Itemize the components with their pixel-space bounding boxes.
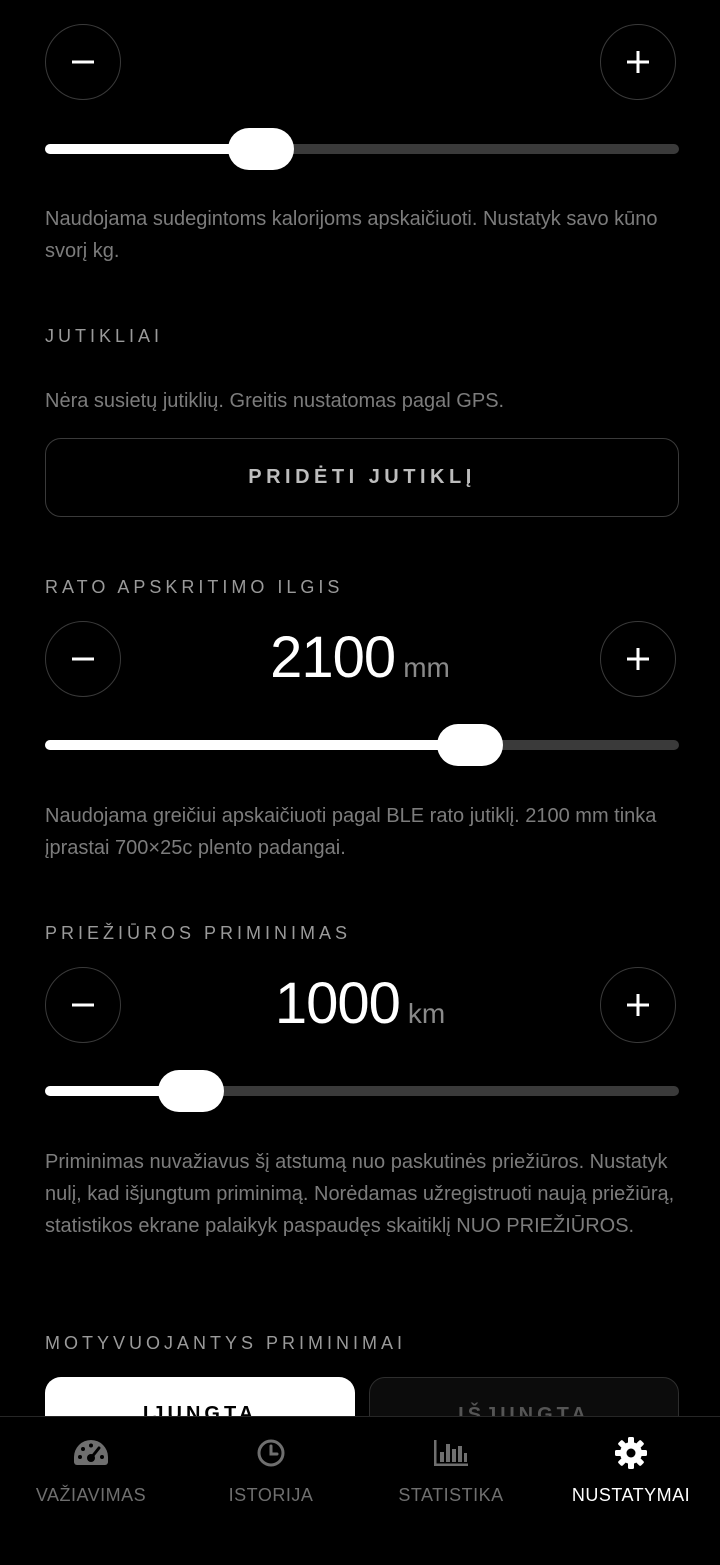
wheel-value-display: 2100 mm (125, 624, 595, 691)
service-section-title: PRIEŽIŪROS PRIMINIMAS (45, 923, 352, 943)
weight-slider-thumb[interactable] (227, 128, 294, 170)
wheel-value: 2100 (270, 625, 396, 690)
wheel-description: Naudojama greičiui apskaičiuoti pagal BL… (45, 805, 657, 859)
weight-decrease-button[interactable] (45, 24, 121, 100)
bar-chart-icon (434, 1440, 468, 1466)
tab-label: VAŽIAVIMAS (35, 1485, 147, 1505)
service-slider[interactable] (45, 1070, 679, 1112)
tab-label: NUSTATYMAI (571, 1485, 691, 1505)
plus-icon (627, 994, 649, 1016)
service-slider-thumb[interactable] (157, 1070, 224, 1112)
wheel-increase-button[interactable] (600, 621, 676, 697)
settings-screen: Naudojama sudegintoms kalorijoms apskaič… (0, 0, 720, 1565)
tab-statistics[interactable]: STATISTIKA (361, 1435, 541, 1506)
wheel-unit: mm (403, 652, 450, 683)
weight-description: Naudojama sudegintoms kalorijoms apskaič… (45, 208, 658, 262)
service-unit: km (407, 998, 446, 1029)
wheel-slider-fill (45, 740, 470, 750)
weight-slider[interactable] (45, 128, 679, 170)
sensors-status: Nėra susietų jutiklių. Greitis nustatoma… (45, 390, 505, 412)
bottom-tab-bar: VAŽIAVIMAS ISTORIJA STATISTIKA NUSTATYMA… (0, 1416, 720, 1565)
service-decrease-button[interactable] (45, 967, 121, 1043)
tab-settings[interactable]: NUSTATYMAI (541, 1435, 720, 1506)
service-increase-button[interactable] (600, 967, 676, 1043)
minus-icon (72, 1003, 94, 1007)
wheel-slider[interactable] (45, 724, 679, 766)
service-value: 1000 (274, 971, 401, 1036)
minus-icon (72, 657, 94, 661)
plus-icon (627, 51, 649, 73)
add-sensor-button[interactable]: PRIDĖTI JUTIKLĮ (45, 438, 679, 517)
wheel-slider-thumb[interactable] (436, 724, 503, 766)
tab-ride[interactable]: VAŽIAVIMAS (1, 1435, 181, 1506)
service-description: Priminimas nuvažiavus šį atstumą nuo pas… (45, 1151, 675, 1237)
tab-label: ISTORIJA (228, 1485, 314, 1505)
speedometer-icon (74, 1440, 108, 1465)
wheel-decrease-button[interactable] (45, 621, 121, 697)
clock-icon (257, 1439, 285, 1467)
wheel-section-title: RATO APSKRITIMO ILGIS (45, 577, 344, 597)
plus-icon (627, 648, 649, 670)
motivation-section-title: MOTYVUOJANTYS PRIMINIMAI (45, 1333, 407, 1353)
gear-icon (615, 1437, 647, 1469)
service-value-display: 1000 km (125, 970, 595, 1037)
minus-icon (72, 60, 94, 64)
sensors-section-title: JUTIKLIAI (45, 326, 164, 346)
weight-increase-button[interactable] (600, 24, 676, 100)
tab-label: STATISTIKA (398, 1485, 504, 1505)
tab-history[interactable]: ISTORIJA (181, 1435, 361, 1506)
